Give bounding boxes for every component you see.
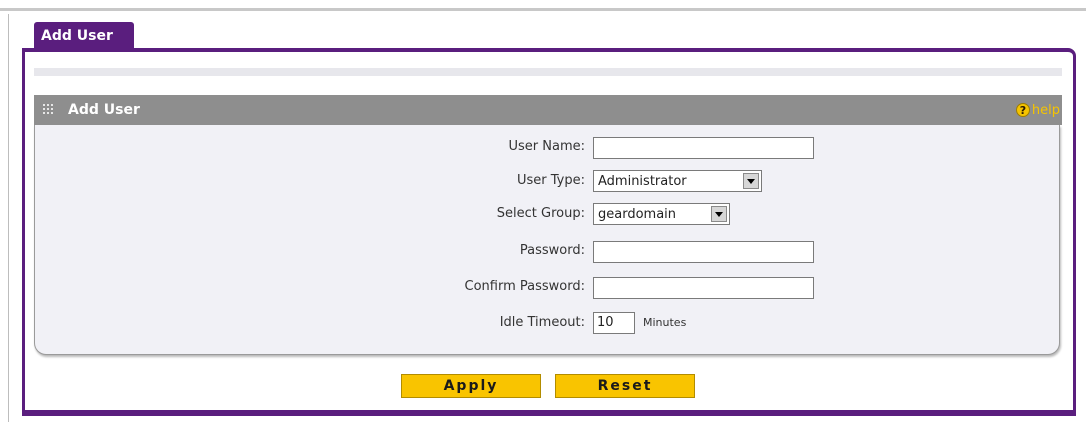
select-group-select[interactable]: geardomain xyxy=(593,203,730,225)
reset-button[interactable]: Reset xyxy=(555,374,695,398)
chevron-down-icon[interactable] xyxy=(743,173,759,189)
add-user-form: User Name: User Type: Administrator Sele… xyxy=(34,125,1060,355)
grip-icon xyxy=(43,104,55,116)
select-group-label: Select Group: xyxy=(496,206,585,221)
left-rule xyxy=(8,14,9,422)
section-title: Add User xyxy=(68,102,140,118)
chevron-down-icon[interactable] xyxy=(711,206,727,222)
section-header: Add User ? help xyxy=(34,95,1062,125)
confirm-password-label: Confirm Password: xyxy=(464,279,585,294)
user-name-input[interactable] xyxy=(593,136,814,159)
password-input[interactable] xyxy=(593,240,814,263)
apply-button[interactable]: Apply xyxy=(401,374,541,398)
user-name-label: User Name: xyxy=(508,139,586,154)
question-icon[interactable]: ? xyxy=(1015,103,1030,117)
idle-timeout-input[interactable]: 10 xyxy=(593,312,635,334)
frame-bottom-band xyxy=(22,410,1076,416)
select-group-row: Select Group: geardomain xyxy=(35,202,1061,226)
help-link[interactable]: ? help xyxy=(1015,102,1060,118)
user-type-value: Administrator xyxy=(598,173,687,189)
select-group-value: geardomain xyxy=(598,206,677,222)
idle-timeout-unit: Minutes xyxy=(643,316,687,329)
idle-timeout-row: Idle Timeout: 10 Minutes xyxy=(35,311,1061,335)
password-row: Password: xyxy=(35,239,1061,263)
tab-add-user[interactable]: Add User xyxy=(34,22,134,50)
confirm-password-row: Confirm Password: xyxy=(35,275,1061,299)
idle-timeout-label: Idle Timeout: xyxy=(499,315,585,330)
top-strip xyxy=(34,68,1062,76)
user-type-row: User Type: Administrator xyxy=(35,169,1061,193)
top-shade xyxy=(0,8,1086,11)
user-type-select[interactable]: Administrator xyxy=(593,170,762,192)
user-name-row: User Name: xyxy=(35,135,1061,159)
confirm-password-input[interactable] xyxy=(593,276,814,299)
window-top-bar xyxy=(0,0,1086,20)
help-label[interactable]: help xyxy=(1032,103,1060,118)
user-type-label: User Type: xyxy=(516,173,585,188)
password-label: Password: xyxy=(519,243,585,258)
